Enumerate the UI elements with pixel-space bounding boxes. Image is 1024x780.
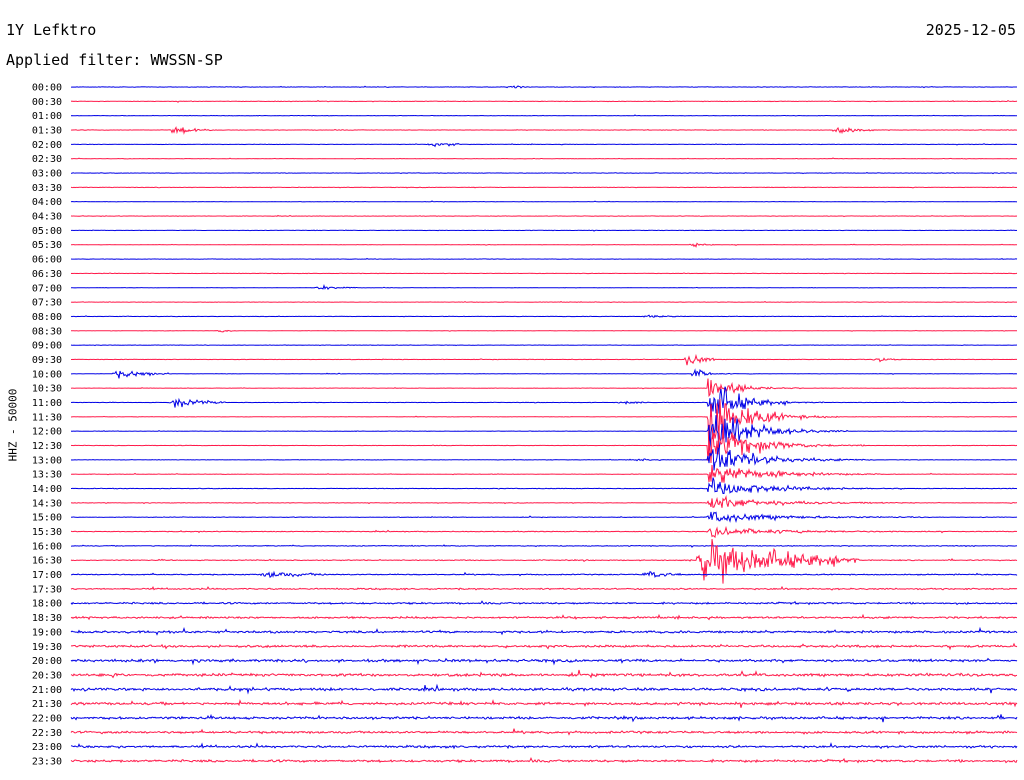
trace-line-2230 [70, 728, 1018, 736]
trace-line-1400 [71, 477, 1018, 494]
tick-label-0000: 00:00 [32, 83, 62, 94]
tick-label-0700: 07:00 [32, 283, 62, 294]
tick-label-1030: 10:30 [32, 384, 62, 395]
tick-label-0400: 04:00 [32, 197, 62, 208]
tick-label-1100: 11:00 [32, 398, 62, 409]
trace-line-1800 [70, 600, 1018, 606]
trace-line-0530 [70, 242, 1018, 248]
tick-label-1900: 19:00 [32, 627, 62, 638]
trace-line-1030 [70, 378, 1018, 398]
trace-line-0330 [70, 186, 1018, 189]
trace-line-0430 [70, 214, 1018, 218]
trace-line-1500 [70, 511, 1018, 523]
trace-line-1900 [70, 626, 1018, 636]
tick-label-0530: 05:30 [32, 240, 62, 251]
trace-line-0130 [70, 126, 1018, 135]
trace-line-0600 [70, 257, 1018, 260]
tick-label-0030: 00:30 [32, 97, 62, 108]
tick-label-0300: 03:00 [32, 169, 62, 180]
tick-label-0600: 06:00 [32, 255, 62, 266]
tick-label-1330: 13:30 [32, 470, 62, 481]
trace-line-1000 [71, 368, 1018, 379]
trace-line-0400 [70, 200, 1018, 203]
trace-line-2200 [70, 713, 1018, 723]
tick-label-1630: 16:30 [32, 556, 62, 567]
trace-line-0930 [71, 353, 1017, 366]
trace-line-0700 [70, 283, 1017, 290]
trace-line-1930 [70, 642, 1018, 651]
tick-label-1800: 18:00 [32, 599, 62, 610]
trace-line-2300 [70, 742, 1018, 750]
tick-label-1400: 14:00 [32, 484, 62, 495]
tick-label-1130: 11:30 [32, 412, 62, 423]
tick-label-1730: 17:30 [32, 584, 62, 595]
trace-line-0830 [71, 329, 1018, 333]
tick-label-2030: 20:30 [32, 670, 62, 681]
trace-line-1730 [70, 585, 1018, 591]
tick-label-0430: 04:30 [32, 212, 62, 223]
trace-line-2330 [70, 756, 1018, 764]
trace-line-0100 [70, 114, 1017, 117]
tick-label-2200: 22:00 [32, 713, 62, 724]
tick-label-2130: 21:30 [32, 699, 62, 710]
trace-line-1100 [70, 386, 1018, 417]
tick-label-0730: 07:30 [32, 298, 62, 309]
trace-line-0800 [70, 314, 1018, 318]
trace-line-1530 [70, 525, 1018, 539]
tick-label-0500: 05:00 [32, 226, 62, 237]
trace-line-1230 [70, 429, 1018, 464]
trace-line-2030 [70, 669, 1018, 679]
tick-label-1200: 12:00 [32, 427, 62, 438]
trace-line-2100 [70, 683, 1018, 695]
trace-line-1700 [71, 570, 1018, 579]
tick-label-2230: 22:30 [32, 728, 62, 739]
trace-line-1130 [70, 398, 1018, 456]
tick-label-2000: 20:00 [32, 656, 62, 667]
tick-label-0330: 03:30 [32, 183, 62, 194]
tick-label-0200: 02:00 [32, 140, 62, 151]
tick-label-2100: 21:00 [32, 685, 62, 696]
trace-line-0300 [71, 172, 1018, 175]
tick-label-0230: 02:30 [32, 154, 62, 165]
tick-label-0130: 01:30 [32, 126, 62, 137]
tick-label-1530: 15:30 [32, 527, 62, 538]
tick-label-2330: 23:30 [32, 756, 62, 767]
trace-line-0200 [71, 142, 1018, 148]
trace-line-0030 [70, 99, 1018, 103]
tick-label-0100: 01:00 [32, 111, 62, 122]
tick-label-1600: 16:00 [32, 541, 62, 552]
trace-line-1830 [70, 613, 1017, 621]
tick-label-0800: 08:00 [32, 312, 62, 323]
tick-label-1830: 18:30 [32, 613, 62, 624]
tick-label-2300: 23:00 [32, 742, 62, 753]
trace-line-1200 [70, 415, 1018, 452]
trace-line-0230 [70, 157, 1017, 160]
trace-group [70, 85, 1018, 764]
trace-line-0500 [71, 229, 1018, 232]
tick-label-1430: 14:30 [32, 498, 62, 509]
trace-line-2130 [70, 699, 1018, 708]
tick-label-0900: 09:00 [32, 341, 62, 352]
tick-label-0630: 06:30 [32, 269, 62, 280]
tick-label-1700: 17:00 [32, 570, 62, 581]
trace-line-0630 [70, 272, 1018, 275]
trace-line-2000 [70, 657, 1018, 666]
tick-label-1230: 12:30 [32, 441, 62, 452]
tick-label-0930: 09:30 [32, 355, 62, 366]
tick-label-1500: 15:00 [32, 513, 62, 524]
trace-line-0900 [70, 344, 1018, 347]
trace-line-0730 [70, 301, 1017, 304]
trace-line-1600 [71, 544, 1018, 548]
trace-line-1300 [70, 446, 1018, 471]
trace-line-1330 [71, 464, 1017, 483]
trace-line-0000 [71, 85, 1017, 89]
tick-label-0830: 08:30 [32, 326, 62, 337]
helicorder-plot: 00:00 00:30 01:00 01:30 02:00 02:30 03:00 03:30… [32, 83, 1018, 768]
trace-line-1430 [70, 494, 1018, 508]
tick-label-1000: 10:00 [32, 369, 62, 380]
tick-label-1930: 19:30 [32, 642, 62, 653]
tick-label-group: 00:00 00:30 01:00 01:30 02:00 02:30 03:00 03:30… [32, 83, 62, 768]
tick-label-1300: 13:00 [32, 455, 62, 466]
